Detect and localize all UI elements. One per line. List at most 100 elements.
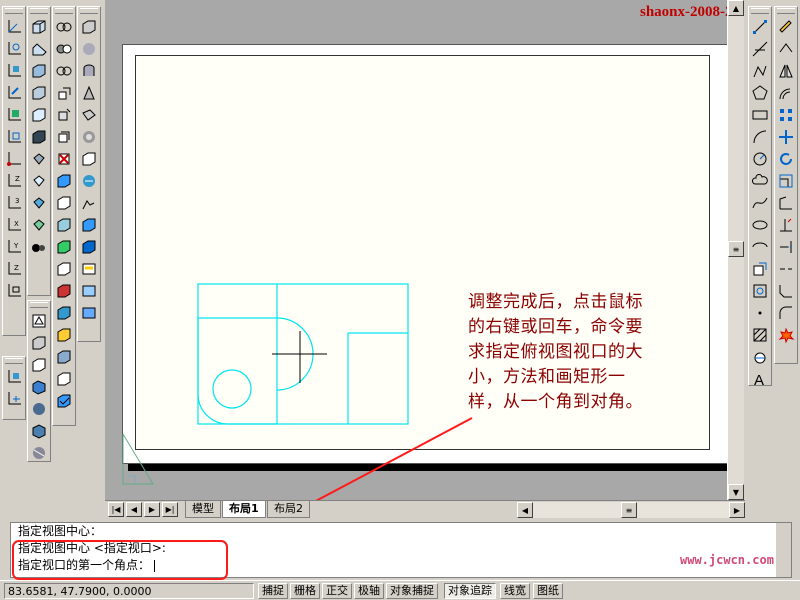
ucs-previous-icon[interactable] (3, 38, 25, 60)
scenes-icon[interactable] (78, 60, 100, 82)
copy-edges-icon[interactable] (53, 258, 75, 280)
ucs-z-axis-icon[interactable]: Z (3, 170, 25, 192)
ucs-3point-icon[interactable]: 3 (3, 192, 25, 214)
ortho-toggle[interactable]: 正交 (322, 583, 352, 599)
statistics-icon[interactable] (78, 302, 100, 324)
toolbar-grip[interactable] (80, 8, 98, 14)
make-block-icon[interactable] (749, 280, 771, 302)
toolbar-grip[interactable] (30, 302, 48, 308)
scroll-right-button[interactable]: ▶ (729, 502, 745, 518)
subtract-icon[interactable] (53, 38, 75, 60)
mirror-icon[interactable] (775, 60, 797, 82)
tab-layout1[interactable]: 布局1 (222, 501, 266, 518)
ucs-apply-icon[interactable] (3, 280, 25, 302)
section-icon[interactable] (28, 214, 50, 236)
paper-toggle[interactable]: 图纸 (533, 583, 563, 599)
offset-faces-icon[interactable] (53, 126, 75, 148)
ucs-world-icon[interactable] (3, 60, 25, 82)
rotate-icon[interactable] (775, 148, 797, 170)
erase-icon[interactable] (775, 16, 797, 38)
color-faces-icon[interactable] (53, 236, 75, 258)
ellipse-arc-icon[interactable] (749, 236, 771, 258)
render-preferences-icon[interactable] (78, 280, 100, 302)
toolbar-grip[interactable] (30, 8, 48, 14)
previous-tab-button[interactable]: ◀ (126, 502, 142, 517)
cube-blue-icon[interactable] (28, 420, 50, 442)
ucs-manager-icon[interactable] (3, 366, 25, 388)
construction-line-icon[interactable] (749, 38, 771, 60)
toolbar-grip[interactable] (5, 358, 23, 364)
ucs-z-rotate-icon[interactable]: Z (3, 258, 25, 280)
text-icon[interactable]: A (749, 368, 771, 390)
lineweight-toggle[interactable]: 线宽 (500, 583, 530, 599)
interfere-icon[interactable] (28, 236, 50, 258)
wedge-icon[interactable] (28, 38, 50, 60)
slice-icon[interactable] (28, 192, 50, 214)
scroll-up-button[interactable]: ▲ (728, 0, 744, 16)
extend-icon[interactable] (775, 236, 797, 258)
coordinate-readout[interactable]: 83.6581, 47.7900, 0.0000 (4, 583, 254, 599)
chamfer-icon[interactable] (775, 280, 797, 302)
scroll-down-button[interactable]: ▼ (728, 484, 744, 500)
solid-blue-icon[interactable] (28, 376, 50, 398)
extrude-faces-icon[interactable] (53, 82, 75, 104)
tab-model[interactable]: 模型 (185, 501, 221, 518)
shell-icon[interactable] (53, 368, 75, 390)
otrack-toggle[interactable]: 对象追踪 (444, 583, 496, 599)
polyline-icon[interactable] (749, 60, 771, 82)
mapping-icon[interactable] (78, 148, 100, 170)
drawing-canvas[interactable]: shaonx-2008-2-8 调整完成后，点击鼠标 的右键或回车，命令要 求指… (105, 0, 727, 500)
box-icon[interactable] (28, 16, 50, 38)
union-icon[interactable] (53, 16, 75, 38)
first-tab-button[interactable]: |◀ (108, 502, 124, 517)
setup-profile-icon[interactable] (28, 354, 50, 376)
spline-icon[interactable] (749, 192, 771, 214)
line-icon[interactable] (749, 16, 771, 38)
snap-toggle[interactable]: 捕捉 (258, 583, 288, 599)
osnap-toggle[interactable]: 对象捕捉 (386, 583, 438, 599)
array-icon[interactable] (775, 104, 797, 126)
hatch-icon[interactable] (749, 324, 771, 346)
move-icon[interactable] (775, 126, 797, 148)
vertical-scrollbar[interactable]: ▲ ≡ ▼ (727, 0, 744, 500)
intersect-icon[interactable] (53, 60, 75, 82)
delete-faces-icon[interactable] (53, 148, 75, 170)
revision-cloud-icon[interactable] (749, 170, 771, 192)
cone-icon[interactable] (28, 60, 50, 82)
break-icon[interactable] (775, 258, 797, 280)
lights-icon[interactable] (78, 82, 100, 104)
ucs-y-rotate-icon[interactable]: Y (3, 236, 25, 258)
last-tab-button[interactable]: ▶| (162, 502, 178, 517)
separate-icon[interactable] (53, 346, 75, 368)
toolbar-grip[interactable] (751, 8, 769, 14)
next-tab-button[interactable]: ▶ (144, 502, 160, 517)
move-faces-icon[interactable] (53, 104, 75, 126)
materials-icon[interactable] (78, 104, 100, 126)
color-edges-icon[interactable] (53, 280, 75, 302)
materials-library-icon[interactable] (78, 126, 100, 148)
ucs-object-icon[interactable] (3, 82, 25, 104)
toolbar-grip[interactable] (5, 8, 23, 14)
ucs-origin-icon[interactable] (3, 148, 25, 170)
grid-toggle[interactable]: 栅格 (290, 583, 320, 599)
setup-drawing-icon[interactable] (28, 310, 50, 332)
torus-icon[interactable] (28, 126, 50, 148)
polar-toggle[interactable]: 极轴 (354, 583, 384, 599)
rotate-faces-icon[interactable] (53, 170, 75, 192)
fog-icon[interactable] (78, 192, 100, 214)
scale-icon[interactable] (775, 170, 797, 192)
landscape-edit-icon[interactable] (78, 236, 100, 258)
check-icon[interactable] (53, 390, 75, 412)
rectangle-icon[interactable] (749, 104, 771, 126)
copy-faces-icon[interactable] (53, 214, 75, 236)
ucs-icon[interactable] (3, 16, 25, 38)
background-icon[interactable] (78, 170, 100, 192)
ucs-face-icon[interactable] (3, 104, 25, 126)
explode-icon[interactable] (775, 324, 797, 346)
ucs-view-icon[interactable] (3, 126, 25, 148)
clean-icon[interactable] (53, 324, 75, 346)
horizontal-scroll-thumb[interactable]: ≡ (621, 502, 637, 518)
tab-layout2[interactable]: 布局2 (267, 501, 310, 518)
render-icon[interactable] (78, 38, 100, 60)
extrude-icon[interactable] (28, 148, 50, 170)
